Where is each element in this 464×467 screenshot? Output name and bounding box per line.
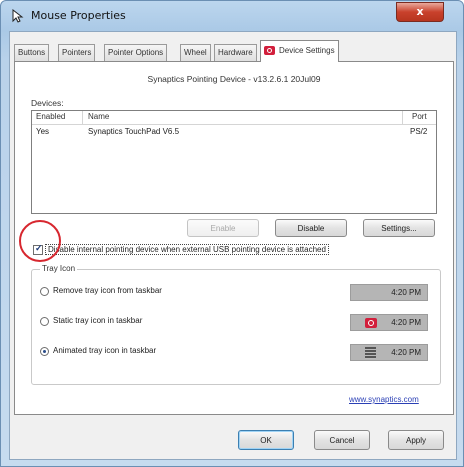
- tray-preview-animated: 4:20 PM: [350, 344, 428, 361]
- devices-label: Devices:: [31, 98, 64, 108]
- device-row[interactable]: Yes Synaptics TouchPad V6.5 PS/2: [32, 127, 436, 139]
- dialog-client-area: Buttons Pointers Pointer Options Wheel H…: [9, 31, 457, 460]
- close-button[interactable]: x: [396, 2, 444, 22]
- disable-internal-device-option[interactable]: ✓ Disable internal pointing device when …: [31, 242, 443, 260]
- window-title: Mouse Properties: [31, 9, 126, 22]
- tray-preview-time: 4:20 PM: [391, 288, 421, 297]
- column-divider[interactable]: [402, 111, 403, 124]
- tray-preview-static: 4:20 PM: [350, 314, 428, 331]
- tab-device-settings[interactable]: Device Settings: [260, 40, 339, 62]
- tray-preview-time: 4:20 PM: [391, 348, 421, 357]
- tab-hardware[interactable]: Hardware: [214, 44, 257, 61]
- tray-preview-none: 4:20 PM: [350, 284, 428, 301]
- animated-tray-icon-option[interactable]: Animated tray icon in taskbar: [40, 344, 280, 360]
- enable-button[interactable]: Enable: [187, 219, 259, 237]
- remove-tray-icon-label[interactable]: Remove tray icon from taskbar: [53, 286, 162, 295]
- column-header-name[interactable]: Name: [88, 112, 109, 121]
- mouse-pointer-icon: [12, 9, 24, 23]
- tab-pointer-options[interactable]: Pointer Options: [104, 44, 168, 61]
- animated-tray-icon-radio[interactable]: [40, 347, 49, 356]
- mouse-properties-window: Mouse Properties x Buttons Pointers Poin…: [0, 0, 464, 467]
- static-tray-icon-label[interactable]: Static tray icon in taskbar: [53, 316, 142, 325]
- tray-preview-time: 4:20 PM: [391, 318, 421, 327]
- animated-tray-icon-label[interactable]: Animated tray icon in taskbar: [53, 346, 156, 355]
- static-tray-icon-radio[interactable]: [40, 317, 49, 326]
- devices-list-header: Enabled Name Port: [32, 111, 436, 125]
- tray-icon-group: Tray Icon Remove tray icon from taskbar …: [31, 264, 441, 385]
- device-port-cell: PS/2: [410, 127, 428, 136]
- disable-internal-device-checkbox[interactable]: ✓: [33, 243, 43, 255]
- column-divider[interactable]: [82, 111, 83, 124]
- devices-list[interactable]: Enabled Name Port Yes Synaptics TouchPad…: [31, 110, 437, 214]
- tab-strip: Buttons Pointers Pointer Options Wheel H…: [14, 40, 454, 62]
- synaptics-website-link[interactable]: www.synaptics.com: [349, 395, 419, 404]
- checkmark-icon: ✓: [35, 243, 43, 253]
- disable-internal-device-label[interactable]: Disable internal pointing device when ex…: [45, 244, 329, 255]
- tab-wheel[interactable]: Wheel: [180, 44, 211, 61]
- ok-button[interactable]: OK: [238, 430, 294, 450]
- device-enabled-cell: Yes: [36, 127, 50, 136]
- cancel-button[interactable]: Cancel: [314, 430, 370, 450]
- device-version-label: Synaptics Pointing Device - v13.2.6.1 20…: [147, 74, 321, 84]
- synaptics-device-icon: [264, 46, 275, 56]
- disable-button[interactable]: Disable: [275, 219, 347, 237]
- static-tray-icon-option[interactable]: Static tray icon in taskbar: [40, 314, 280, 330]
- device-settings-panel: Synaptics Pointing Device - v13.2.6.1 20…: [14, 61, 454, 415]
- tab-buttons[interactable]: Buttons: [14, 44, 50, 61]
- remove-tray-icon-radio[interactable]: [40, 287, 49, 296]
- title-bar[interactable]: Mouse Properties x: [1, 1, 463, 31]
- tab-pointers[interactable]: Pointers: [58, 44, 96, 61]
- tray-icon-group-title: Tray Icon: [40, 264, 78, 273]
- settings-button[interactable]: Settings...: [363, 219, 435, 237]
- column-header-enabled[interactable]: Enabled: [36, 112, 65, 121]
- device-name-cell: Synaptics TouchPad V6.5: [88, 127, 180, 136]
- remove-tray-icon-option[interactable]: Remove tray icon from taskbar: [40, 284, 280, 300]
- apply-button[interactable]: Apply: [388, 430, 444, 450]
- animated-tray-icon: [365, 347, 376, 359]
- column-header-port[interactable]: Port: [412, 112, 427, 121]
- synaptics-tray-icon: [365, 318, 377, 328]
